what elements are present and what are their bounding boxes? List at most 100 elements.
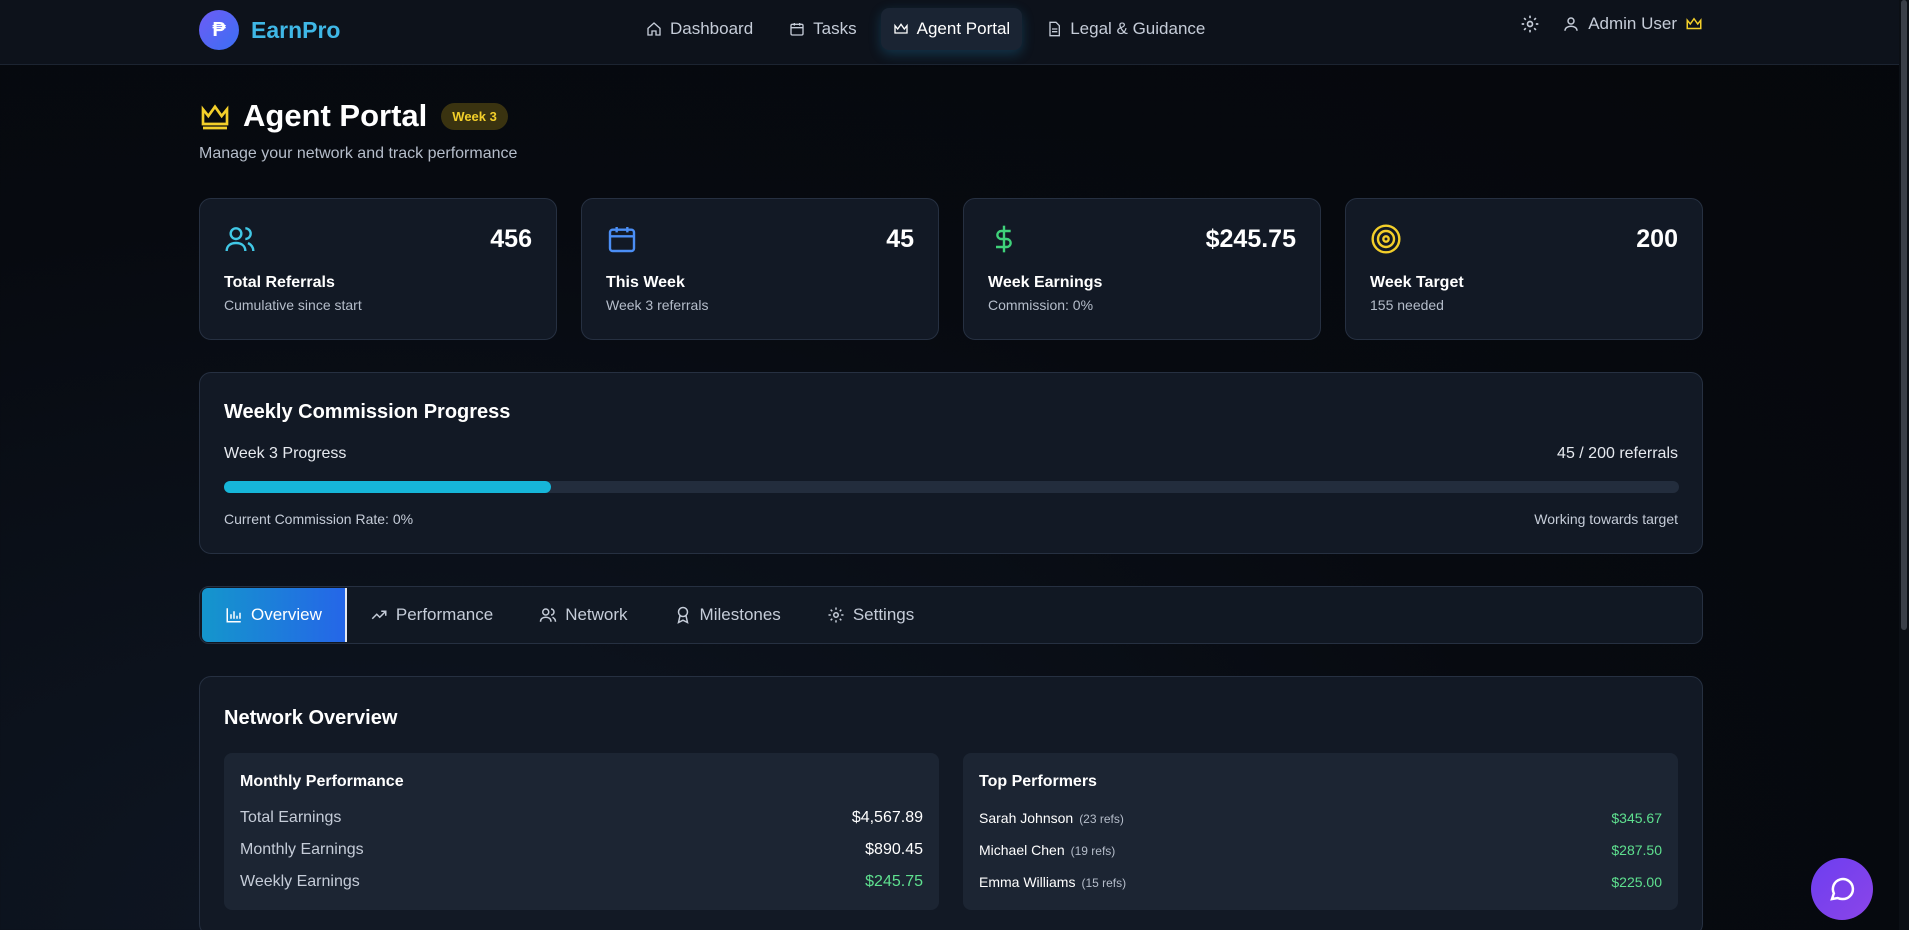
row-value: $245.75 (865, 873, 923, 890)
list-item: Sarah Johnson (23 refs) $345.67 (979, 810, 1662, 828)
award-icon (676, 606, 689, 624)
panel-title: Top Performers (979, 773, 1097, 790)
tab-overview-label: Overview (251, 605, 322, 624)
scrollbar[interactable] (1899, 0, 1909, 930)
network-overview-card: Network Overview Monthly Performance Tot… (199, 676, 1703, 930)
overview-title: Network Overview (224, 707, 398, 729)
list-item: Emma Williams (15 refs) $225.00 (979, 874, 1662, 892)
crown-icon (1686, 17, 1702, 30)
commission-rate: Current Commission Rate: 0% (224, 511, 414, 527)
chat-icon (1830, 877, 1855, 901)
tab-performance[interactable]: Performance (347, 588, 516, 642)
performer-refs: (15 refs) (1081, 876, 1127, 890)
progress-bar-fill (224, 481, 552, 493)
tab-overview[interactable]: Overview (202, 588, 347, 642)
tab-milestones-label: Milestones (699, 605, 781, 624)
performer-earnings: $287.50 (1611, 842, 1662, 858)
nav-legal-label: Legal & Guidance (1070, 19, 1206, 38)
page-title: Agent Portal (243, 98, 428, 133)
nav-legal[interactable]: Legal & Guidance (1034, 8, 1217, 50)
scrollbar-thumb[interactable] (1901, 0, 1907, 630)
gear-icon[interactable] (1520, 14, 1540, 34)
tab-network[interactable]: Network (516, 588, 650, 642)
calendar-icon (608, 227, 636, 253)
nav-tasks-label: Tasks (813, 19, 857, 38)
crown-icon (201, 104, 229, 130)
stat-label: Total Referrals (224, 274, 335, 291)
stat-card-week-earnings: $245.75 Week Earnings Commission: 0% (963, 198, 1321, 340)
stat-sub: Week 3 referrals (606, 297, 709, 313)
progress-label: Week 3 Progress (224, 445, 347, 462)
stat-label: Week Target (1370, 274, 1464, 291)
tab-settings[interactable]: Settings (804, 588, 937, 642)
performer-earnings: $225.00 (1611, 874, 1662, 890)
tab-network-label: Network (565, 605, 628, 624)
progress-bar (224, 481, 1679, 493)
performer-name: Michael Chen (979, 842, 1065, 858)
document-icon (1049, 21, 1061, 37)
brand[interactable]: ₱ EarnPro (199, 10, 340, 50)
list-item: Michael Chen (19 refs) $287.50 (979, 842, 1662, 860)
panel-title: Monthly Performance (240, 773, 404, 790)
user-icon (1564, 17, 1578, 31)
portal-tabs: Overview Performance Network Milestones … (199, 586, 1703, 644)
tab-performance-label: Performance (395, 605, 494, 624)
tab-settings-label: Settings (852, 605, 915, 624)
dollar-icon (996, 225, 1012, 253)
calendar-icon (790, 23, 804, 36)
progress-title: Weekly Commission Progress (224, 401, 511, 423)
tab-milestones[interactable]: Milestones (651, 588, 804, 642)
stat-value: 200 (1636, 225, 1678, 253)
stat-value: $245.75 (1205, 225, 1296, 253)
stat-sub: Cumulative since start (224, 297, 362, 313)
stat-value: 456 (490, 225, 532, 253)
stat-card-this-week: 45 This Week Week 3 referrals (581, 198, 939, 340)
top-performers-panel: Top Performers Sarah Johnson (23 refs) $3… (963, 753, 1678, 910)
progress-count: 45 / 200 referrals (1557, 445, 1678, 462)
stat-value: 45 (886, 225, 914, 253)
target-icon (1371, 224, 1401, 254)
performer-refs: (23 refs) (1079, 812, 1124, 826)
brand-name: EarnPro (251, 16, 341, 43)
crown-icon (893, 23, 908, 34)
stat-sub: 155 needed (1370, 297, 1444, 313)
user-menu[interactable]: Admin User (1562, 14, 1703, 34)
performer-earnings: $345.67 (1611, 810, 1662, 826)
list-item: Monthly Earnings $890.45 (240, 841, 923, 859)
nav-agent-portal[interactable]: Agent Portal (880, 8, 1023, 50)
stat-card-week-target: 200 Week Target 155 needed (1345, 198, 1703, 340)
stats-row: 456 Total Referrals Cumulative since sta… (199, 198, 1703, 340)
user-name: Admin User (1588, 14, 1677, 33)
bar-chart-icon (226, 608, 241, 623)
page-header: Agent Portal Week 3 (199, 98, 508, 134)
users-icon (539, 608, 557, 622)
monthly-performance-panel: Monthly Performance Total Earnings $4,56… (224, 753, 939, 910)
page-subtitle: Manage your network and track performanc… (199, 145, 518, 162)
row-value: $4,567.89 (851, 809, 923, 826)
list-item: Weekly Earnings $245.75 (240, 873, 923, 891)
nav-tasks[interactable]: Tasks (777, 8, 868, 50)
stat-card-total-referrals: 456 Total Referrals Cumulative since sta… (199, 198, 557, 340)
row-value: $890.45 (865, 841, 923, 858)
performer-refs: (19 refs) (1070, 844, 1116, 858)
row-label: Total Earnings (240, 809, 342, 826)
gear-icon (828, 607, 844, 623)
performer-name: Sarah Johnson (979, 810, 1074, 826)
nav-dashboard[interactable]: Dashboard (634, 8, 765, 50)
users-icon (225, 227, 255, 252)
trending-up-icon (371, 610, 387, 620)
list-item: Total Earnings $4,567.89 (240, 809, 923, 827)
top-navbar: ₱ EarnPro Dashboard Tasks Agent Portal L… (0, 0, 1909, 65)
main-nav: Dashboard Tasks Agent Portal Legal & Gui… (634, 8, 1217, 50)
nav-dashboard-label: Dashboard (670, 19, 754, 38)
chat-button[interactable] (1811, 858, 1873, 920)
stat-sub: Commission: 0% (988, 297, 1094, 313)
stat-label: Week Earnings (988, 274, 1103, 291)
commission-progress-card: Weekly Commission Progress Week 3 Progre… (199, 372, 1703, 554)
header-actions: Admin User (1520, 14, 1703, 34)
row-label: Monthly Earnings (240, 841, 364, 858)
nav-agent-portal-label: Agent Portal (916, 19, 1011, 38)
row-label: Weekly Earnings (240, 873, 360, 890)
stat-label: This Week (606, 274, 685, 291)
home-icon (647, 22, 661, 36)
